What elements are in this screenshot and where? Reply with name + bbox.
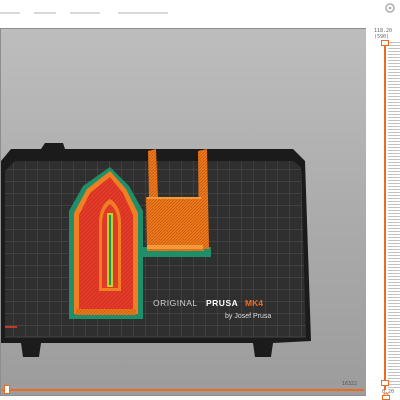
bed-marker: [5, 326, 17, 328]
toolbar-stub: [0, 12, 20, 14]
boat-stern: [76, 309, 136, 315]
cog-icon[interactable]: [372, 0, 400, 28]
print-bed-scene[interactable]: ORIGINAL PRUSA MK4 by Josef Prusa: [1, 29, 367, 397]
horizontal-slider-handle[interactable]: [4, 385, 10, 394]
holder-base: [146, 197, 204, 251]
top-toolbar-area: [0, 0, 400, 28]
layer-slider-ticks: [388, 42, 400, 390]
layer-slider-track[interactable]: [384, 42, 386, 390]
horizontal-slider-track[interactable]: [2, 389, 364, 391]
bed-logo-prusa: PRUSA: [206, 298, 238, 308]
horizontal-slider-value: 16322: [342, 381, 358, 387]
bed-logo-original: ORIGINAL: [153, 298, 198, 308]
layer-slider[interactable]: 118.20 (590) 0.20: [372, 28, 400, 400]
bed-logo-subtitle: by Josef Prusa: [225, 313, 271, 320]
bottom-strip: [0, 396, 366, 400]
layer-bottom-handle[interactable]: [381, 380, 389, 386]
bed-logo-model: MK4: [245, 298, 263, 308]
toolbar-stub: [70, 12, 100, 14]
lock-icon[interactable]: [381, 392, 391, 400]
toolbar-stub: [118, 12, 168, 14]
3d-preview-viewport[interactable]: ORIGINAL PRUSA MK4 by Josef Prusa: [0, 28, 366, 396]
toolbar-stub: [34, 12, 56, 14]
layer-top-handle[interactable]: [381, 40, 389, 46]
